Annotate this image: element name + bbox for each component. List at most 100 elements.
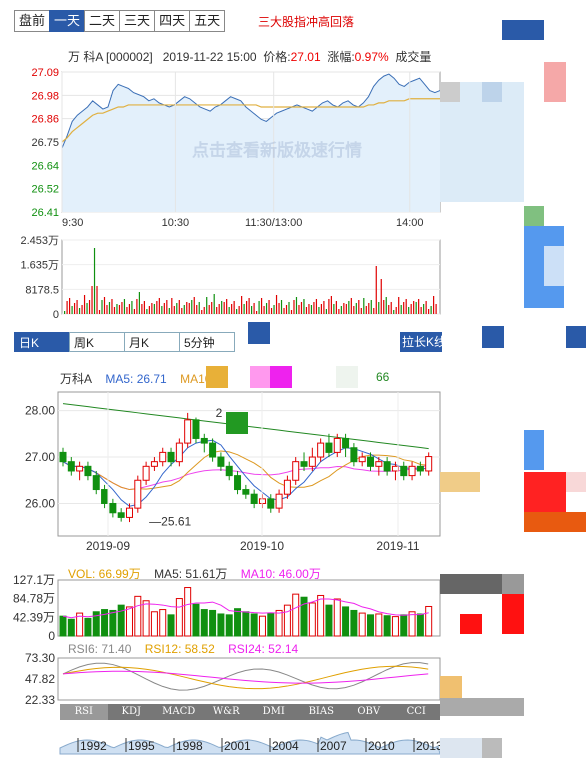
candle-body — [408, 465, 416, 477]
volume-bar — [108, 302, 111, 314]
decor-block — [440, 472, 480, 492]
stretch-kline-button[interactable]: 拉长K线 — [400, 332, 442, 352]
daily-volume-bar — [67, 618, 75, 637]
volume-bar — [223, 302, 225, 314]
volume-tick-label: 0 — [53, 309, 59, 321]
daily-volume-bar — [200, 609, 208, 637]
volume-bar — [181, 308, 183, 314]
watermark-text[interactable]: 点击查看新版极速行情 — [192, 136, 362, 161]
volume-bar — [141, 304, 143, 314]
indicator-tab-kdj[interactable]: KDJ — [108, 704, 156, 720]
candle-body — [134, 479, 142, 509]
period-tab-5[interactable]: 五天 — [189, 10, 226, 32]
daily-volume-bar — [184, 587, 192, 637]
daily-volume-bar — [242, 611, 250, 637]
period-tab-1[interactable]: 一天 — [49, 10, 85, 32]
candle-body — [209, 442, 217, 458]
kline-frame — [57, 391, 441, 537]
volume-bar — [340, 306, 342, 314]
volume-bar — [191, 300, 193, 314]
volume-bar — [248, 298, 250, 314]
daily-volume-bar — [167, 614, 175, 637]
decor-block — [482, 82, 502, 102]
volume-bar — [355, 303, 357, 314]
volume-bar — [128, 304, 131, 314]
candle-body — [84, 465, 92, 477]
candle-body — [217, 456, 225, 467]
timeline-year: 2010 — [368, 739, 395, 753]
volume-bar — [213, 294, 215, 314]
kline-tab-2[interactable]: 月K — [124, 332, 180, 352]
volume-bar — [310, 305, 313, 314]
candle-body — [192, 419, 200, 439]
indicator-tab-rsi[interactable]: RSI — [60, 704, 108, 720]
period-tab-0[interactable]: 盘前 — [14, 10, 50, 32]
volume-bar — [68, 298, 71, 314]
volume-bar — [251, 306, 253, 314]
volume-bar — [71, 306, 73, 314]
volume-bar — [335, 301, 337, 314]
volume-bar — [433, 296, 435, 314]
period-tab-3[interactable]: 三天 — [119, 10, 155, 32]
volume-bar — [246, 301, 248, 314]
rsi-chart: 73.30 47.82 22.33 — [25, 652, 441, 704]
volume-bar — [221, 301, 223, 314]
volume-bar — [295, 297, 298, 314]
daily-volume-bar — [192, 603, 200, 637]
candle-body — [175, 442, 183, 463]
volume-bar — [400, 305, 402, 314]
decor-block — [566, 472, 586, 492]
volume-bar — [253, 303, 255, 314]
volume-bar — [348, 301, 350, 314]
volume-bar — [238, 306, 240, 314]
indicator-tabs: RSI KDJ MACD W&R DMI BIAS OBV CCI — [60, 704, 440, 720]
daily-volume-bar — [59, 615, 67, 637]
indicator-tab-bias[interactable]: BIAS — [298, 704, 346, 720]
indicator-tab-wr[interactable]: W&R — [203, 704, 251, 720]
daily-volume-bar — [159, 609, 167, 637]
indicator-tab-macd[interactable]: MACD — [155, 704, 203, 720]
decor-block — [226, 412, 248, 434]
indicator-tab-cci[interactable]: CCI — [393, 704, 441, 720]
candle-body — [300, 461, 308, 467]
kline-tab-1[interactable]: 周K — [69, 332, 125, 352]
volume-bar — [315, 299, 318, 314]
volume-bar — [320, 304, 323, 314]
kline-period-tabs: 日K 周K 月K 5分钟 — [14, 332, 235, 352]
indicator-tab-dmi[interactable]: DMI — [250, 704, 298, 720]
daily-volume-bar — [234, 608, 242, 637]
decor-block — [206, 366, 228, 388]
indicator-tab-obv[interactable]: OBV — [345, 704, 393, 720]
volume-bar — [83, 295, 86, 314]
candle-body — [292, 461, 300, 481]
volume-bar — [365, 306, 367, 314]
daily-volume-bar — [367, 614, 375, 637]
volume-bar — [420, 307, 422, 314]
kline-tab-3[interactable]: 5分钟 — [179, 332, 235, 352]
period-tab-4[interactable]: 四天 — [154, 10, 190, 32]
y-tick-label: 26.86 — [31, 114, 59, 126]
daily-volume-bar — [150, 611, 158, 637]
volume-bar — [313, 302, 315, 314]
period-tab-2[interactable]: 二天 — [84, 10, 120, 32]
x-tick-label: 11:30/13:00 — [245, 217, 302, 229]
candle-body — [67, 461, 75, 472]
news-headline-link[interactable]: 三大股指冲高回落 — [258, 13, 354, 30]
volume-bar — [233, 301, 235, 314]
volume-bar — [418, 299, 420, 314]
volume-bar — [231, 304, 233, 314]
decor-block — [248, 322, 270, 344]
decor-block — [524, 206, 544, 226]
daily-volume-bar — [400, 614, 408, 637]
volume-bar — [163, 303, 165, 314]
volume-tick-label: 1.635万 — [20, 260, 59, 272]
volume-bar — [395, 307, 397, 314]
kline-tab-0[interactable]: 日K — [14, 332, 70, 352]
y-tick-label: 27.09 — [31, 67, 59, 79]
volume-bar — [268, 300, 270, 314]
volume-bar — [288, 302, 290, 314]
daily-volume-bar — [175, 598, 183, 637]
volume-bar — [390, 302, 392, 314]
volume-bar — [211, 302, 213, 314]
daily-volume-tick: 0 — [48, 629, 55, 642]
